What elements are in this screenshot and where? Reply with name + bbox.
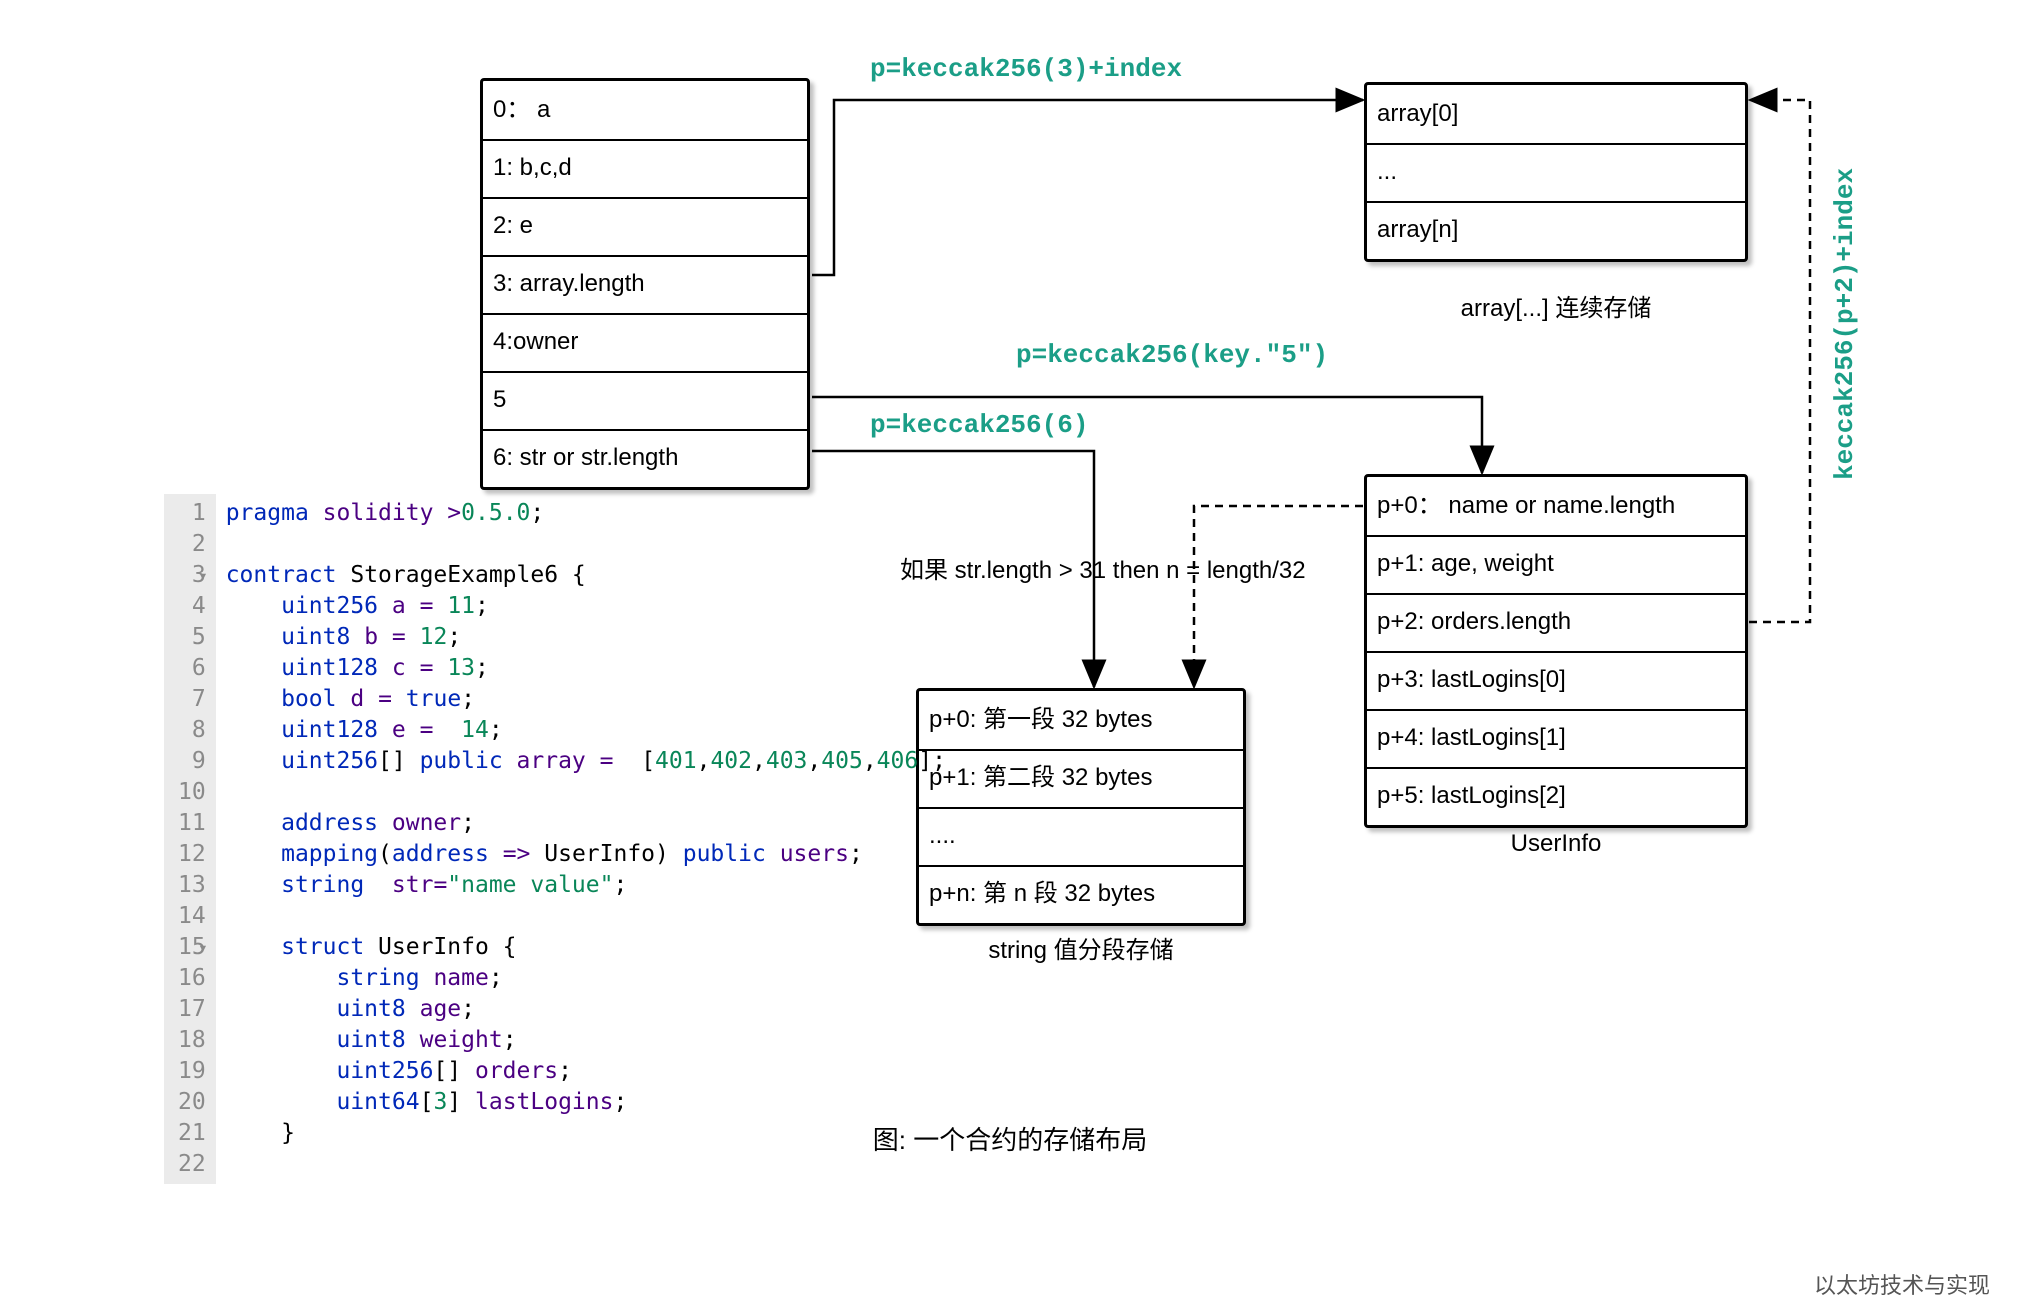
formula-array: p=keccak256(3)+index <box>870 54 1182 84</box>
code-body: pragma solidity >0.5.0; contract Storage… <box>216 494 956 1184</box>
userinfo-cell: p+0： name or name.length <box>1367 477 1745 535</box>
userinfo-caption: UserInfo <box>1364 830 1748 858</box>
userinfo-cell: p+2: orders.length <box>1367 593 1745 651</box>
string-cell: p+1: 第二段 32 bytes <box>919 749 1243 807</box>
slot-cell: 6: str or str.length <box>483 429 807 487</box>
slot-cell: 1: b,c,d <box>483 139 807 197</box>
slot-cell: 5 <box>483 371 807 429</box>
userinfo-cell: p+5: lastLogins[2] <box>1367 767 1745 825</box>
slot-box: 0： a 1: b,c,d 2: e 3: array.length 4:own… <box>480 78 810 490</box>
array-cell: ... <box>1367 143 1745 201</box>
array-box: array[0] ... array[n] <box>1364 82 1748 262</box>
slot-cell: 4:owner <box>483 313 807 371</box>
string-cell: .... <box>919 807 1243 865</box>
footer-credit: 以太坊技术与实现 <box>1814 1268 1990 1300</box>
string-cell: p+n: 第 n 段 32 bytes <box>919 865 1243 923</box>
formula-str: p=keccak256(6) <box>870 410 1088 440</box>
array-cell: array[n] <box>1367 201 1745 259</box>
slot-cell: 0： a <box>483 81 807 139</box>
array-cell: array[0] <box>1367 85 1745 143</box>
userinfo-cell: p+1: age, weight <box>1367 535 1745 593</box>
string-condition-note: 如果 str.length > 31 then n = length/32 <box>900 550 1306 585</box>
code-gutter: 123▾456789101112131415▾16171819202122 <box>164 494 216 1184</box>
slot-cell: 2: e <box>483 197 807 255</box>
userinfo-cell: p+3: lastLogins[0] <box>1367 651 1745 709</box>
formula-map: p=keccak256(key."5") <box>1016 340 1328 370</box>
userinfo-cell: p+4: lastLogins[1] <box>1367 709 1745 767</box>
userinfo-box: p+0： name or name.length p+1: age, weigh… <box>1364 474 1748 828</box>
string-box: p+0: 第一段 32 bytes p+1: 第二段 32 bytes ....… <box>916 688 1246 926</box>
array-caption: array[...] 连续存储 <box>1364 288 1748 323</box>
formula-orders: keccak256(p+2)+index <box>1830 170 1860 480</box>
string-cell: p+0: 第一段 32 bytes <box>919 691 1243 749</box>
string-caption: string 值分段存储 <box>916 930 1246 965</box>
slot-cell: 3: array.length <box>483 255 807 313</box>
code-block: 123▾456789101112131415▾16171819202122 pr… <box>164 494 874 1184</box>
